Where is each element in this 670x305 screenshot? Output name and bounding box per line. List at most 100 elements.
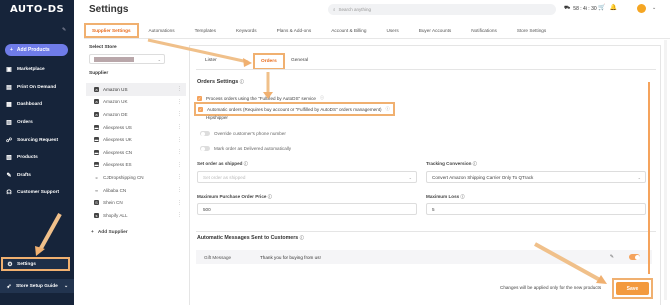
settings-tabs: Supplier Settings Automations Templates …	[84, 22, 670, 38]
more-vertical-icon[interactable]: ⋮	[177, 187, 182, 193]
supplier-item[interactable]: S Shein CN ⋮	[86, 196, 186, 209]
supplier-item[interactable]: ▬ Aliexpress US ⋮	[86, 121, 186, 134]
info-icon[interactable]: ⓘ	[244, 161, 248, 166]
supplier-item[interactable]: a Amazon UK ⋮	[86, 96, 186, 109]
chevron-down-icon: ⌄	[157, 57, 161, 62]
tab-plans-addons[interactable]: Plans & Add-ons	[267, 28, 322, 33]
support-icon: ☊	[6, 189, 12, 196]
toggle-off-icon[interactable]	[200, 131, 210, 136]
cart-icon[interactable]: 🛒	[598, 4, 605, 11]
info-icon[interactable]: ⓘ	[320, 95, 324, 101]
sidebar-item-orders[interactable]: ▥ Orders	[0, 115, 74, 129]
info-icon[interactable]: ⓘ	[460, 194, 464, 199]
supplier-item[interactable]: ▬ Aliexpress ES ⋮	[86, 159, 186, 172]
chevron-down-icon[interactable]: ⌄	[652, 5, 656, 11]
tracking-label: Tracking Conversion ⓘ	[426, 161, 477, 166]
process-orders-checkbox[interactable]: ✓ Process orders using the "Fulfilled by…	[197, 95, 324, 101]
aliexpress-icon: ▬	[94, 162, 99, 168]
override-phone-toggle[interactable]: Override customer's phone number	[200, 131, 286, 136]
tab-store-settings[interactable]: Store Settings	[507, 28, 556, 33]
supplier-item[interactable]: ▬ Aliexpress UK ⋮	[86, 133, 186, 146]
store-setup-guide[interactable]: ➶ Store Setup Guide ⌄	[0, 279, 74, 293]
info-icon[interactable]: ⓘ	[240, 79, 244, 84]
more-vertical-icon[interactable]: ⋮	[177, 111, 182, 117]
tab-automations[interactable]: Automations	[139, 28, 185, 33]
supplier-item[interactable]: a Amazon US ⋮	[86, 83, 186, 96]
tab-supplier-settings[interactable]: Supplier Settings	[84, 22, 139, 38]
dashboard-icon: ▦	[6, 101, 12, 108]
store-select[interactable]: ⌄	[89, 54, 165, 64]
search-input[interactable]: ⌕ Search anything	[328, 4, 556, 15]
more-vertical-icon[interactable]: ⋮	[177, 149, 182, 155]
tabs-divider	[84, 38, 670, 39]
more-vertical-icon[interactable]: ⋮	[177, 162, 182, 168]
sidebar-item-customer-support[interactable]: ☊ Customer Support	[0, 185, 74, 199]
supplier-item[interactable]: s Shopify ALL ⋮	[86, 209, 186, 222]
plus-icon: +	[91, 230, 94, 235]
supplier-item[interactable]: a Amazon DE ⋮	[86, 108, 186, 121]
info-icon[interactable]: ⓘ	[386, 106, 390, 112]
info-icon[interactable]: ⓘ	[473, 161, 477, 166]
more-vertical-icon[interactable]: ⋮	[177, 99, 182, 105]
more-vertical-icon[interactable]: ⋮	[177, 137, 182, 143]
gift-message-toggle[interactable]	[629, 254, 640, 260]
edit-pencil-icon[interactable]: ✎	[62, 27, 66, 33]
tab-keywords[interactable]: Keywords	[226, 28, 267, 33]
sidebar-item-print-on-demand[interactable]: ▤ Print On Demand	[0, 80, 74, 94]
edit-pencil-icon[interactable]: ✎	[610, 254, 614, 260]
orange-scroll-indicator	[648, 82, 650, 274]
auto-messages-title: Automatic Messages Sent to Customers ⓘ	[197, 235, 304, 241]
subtab-general[interactable]: General	[291, 58, 308, 63]
mark-delivered-toggle[interactable]: Mark order as Delivered automatically	[200, 146, 291, 151]
max-loss-input[interactable]: 5	[426, 203, 646, 215]
chevron-down-icon: ⌄	[408, 174, 412, 180]
chevron-down-icon: ⌄	[64, 283, 69, 289]
sidebar-item-products[interactable]: ▧ Products	[0, 150, 74, 164]
more-vertical-icon[interactable]: ⋮	[177, 212, 182, 218]
save-button-highlight: Save	[612, 278, 653, 299]
tab-templates[interactable]: Templates	[185, 28, 226, 33]
hipshipper-option[interactable]: Hipshipper	[206, 115, 228, 120]
sidebar-item-sourcing-request[interactable]: ☍ Sourcing Request	[0, 133, 74, 147]
store-name-redacted	[94, 56, 134, 62]
sidebar-item-drafts[interactable]: ✎ Drafts	[0, 168, 74, 182]
tracking-select[interactable]: Convert Amazon Shipping Carrier Only To …	[426, 171, 646, 183]
info-icon[interactable]: ⓘ	[268, 194, 272, 199]
supplier-item[interactable]: ∞ Alibaba CN ⋮	[86, 184, 186, 197]
sidebar-item-settings[interactable]: ⚙ Settings	[1, 257, 70, 271]
subtabs-divider	[196, 69, 656, 70]
page-scrollbar[interactable]	[664, 40, 667, 300]
app-logo[interactable]: AUTO-DS	[10, 4, 64, 15]
more-vertical-icon[interactable]: ⋮	[177, 124, 182, 130]
add-products-button[interactable]: + Add Products	[5, 44, 68, 56]
sidebar-item-marketplace[interactable]: ▣ Marketplace	[0, 62, 74, 76]
amazon-icon: a	[94, 99, 99, 105]
more-vertical-icon[interactable]: ⋮	[177, 86, 182, 92]
products-icon: ▧	[6, 154, 12, 161]
max-price-label: Maximum Purchase Order Price ⓘ	[197, 194, 272, 199]
checkbox-checked-icon[interactable]: ✓	[198, 106, 203, 112]
sidebar-item-dashboard[interactable]: ▦ Dashboard	[0, 97, 74, 111]
save-button[interactable]: Save	[616, 282, 649, 295]
countdown-timer[interactable]: ⛟ 58 : 4i : 30	[564, 5, 597, 12]
more-vertical-icon[interactable]: ⋮	[177, 174, 182, 180]
supplier-item[interactable]: ↄ CJDropshipping CN ⋮	[86, 171, 186, 184]
tab-buyer-accounts[interactable]: Buyer Accounts	[409, 28, 462, 33]
max-price-input[interactable]: 500	[197, 203, 417, 215]
tab-notifications[interactable]: Notifications	[461, 28, 507, 33]
tab-users[interactable]: Users	[376, 28, 408, 33]
avatar[interactable]	[637, 4, 646, 13]
supplier-item[interactable]: ▬ Aliexpress CN ⋮	[86, 146, 186, 159]
info-icon[interactable]: ⓘ	[300, 235, 304, 240]
automatic-orders-checkbox[interactable]: ✓ Automatic orders (Requires buy account…	[194, 102, 395, 116]
add-supplier-button[interactable]: + Add Supplier	[91, 230, 128, 235]
bell-icon[interactable]: 🔔	[609, 4, 616, 11]
set-order-select[interactable]: Set order as shipped ⌄	[197, 171, 417, 183]
more-vertical-icon[interactable]: ⋮	[177, 200, 182, 206]
aliexpress-icon: ▬	[94, 124, 99, 130]
subtab-orders[interactable]: Orders	[253, 53, 285, 70]
subtab-lister[interactable]: Lister	[205, 58, 217, 63]
toggle-off-icon[interactable]	[200, 146, 210, 151]
checkbox-checked-icon[interactable]: ✓	[197, 95, 202, 101]
tab-account-billing[interactable]: Account & Billing	[321, 28, 376, 33]
